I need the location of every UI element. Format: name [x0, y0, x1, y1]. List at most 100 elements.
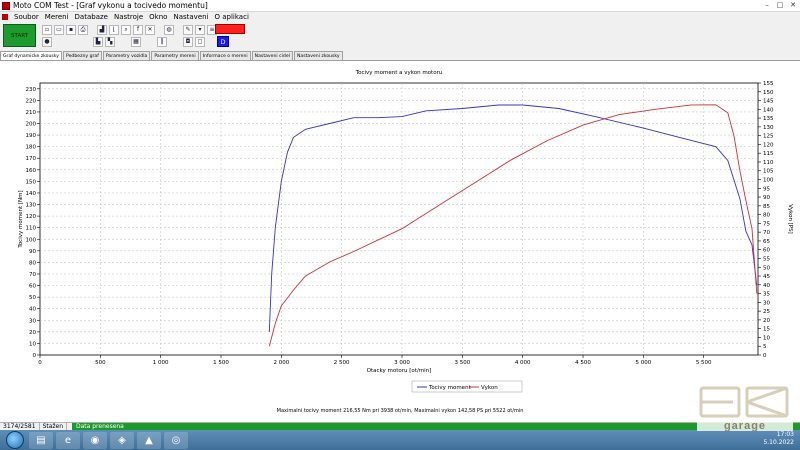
y-left-tick-label: 180 [26, 145, 37, 151]
y-right-axis-label: Vykon [PS] [787, 204, 793, 234]
menu-soubor[interactable]: Soubor [11, 13, 42, 21]
y-right-tick-label: 100 [763, 178, 774, 184]
motorbike-app-icon[interactable]: ◈ [110, 431, 134, 449]
menu-mereni[interactable]: Mereni [42, 13, 72, 21]
d-button[interactable]: D [217, 36, 229, 47]
open-file-icon[interactable]: ▭ [54, 25, 64, 35]
internet-explorer-icon[interactable]: e [56, 431, 80, 449]
maximize-button[interactable]: □ [775, 1, 785, 10]
zoom-icon[interactable]: ⌕ [121, 25, 131, 35]
graph-bars-icon[interactable]: ▙ [93, 37, 103, 47]
y-right-tick-label: 55 [763, 256, 770, 262]
y-left-tick-label: 200 [26, 122, 37, 128]
tab-parametry-vozidla[interactable]: Parametry vozidla [102, 51, 151, 60]
y-left-tick-label: 130 [26, 203, 37, 209]
y-left-tick-label: 80 [29, 260, 36, 266]
y-left-tick-label: 20 [29, 330, 36, 336]
tab-nastaveni-zkousky[interactable]: Nastaveni zkousky [293, 51, 343, 60]
tools-icon[interactable]: ✎ [183, 25, 193, 35]
x-tick-label: 1 500 [213, 360, 229, 366]
y-left-tick-label: 170 [26, 156, 37, 162]
y-right-tick-label: 15 [763, 327, 770, 333]
y-right-tick-label: 135 [763, 116, 774, 122]
status-bar: 3174/2581 Stažen Data prenesena [0, 422, 800, 431]
mdi-child-icon[interactable] [2, 14, 8, 20]
globe-icon[interactable]: ◍ [164, 25, 174, 35]
chart-title: Tocivy moment a vykon motoru [355, 70, 443, 76]
x-tick-label: 2 500 [334, 360, 350, 366]
record-icon[interactable]: ● [42, 37, 52, 47]
title-bar: Moto COM Test - [Graf vykonu a tocivedo … [0, 0, 800, 12]
save-icon[interactable]: ▪ [66, 25, 76, 35]
y-left-tick-label: 110 [26, 226, 37, 232]
toolbar-row-1: ▫ ▭ ▪ ⎙ ▟ ⌊ ⌕ f ✕ ◍ ✎ ▾ ≡ [42, 25, 217, 35]
windows-start-icon[interactable] [6, 431, 24, 449]
explorer-icon[interactable]: ▤ [29, 431, 53, 449]
pdf-icon[interactable]: ▲ [137, 431, 161, 449]
y-left-tick-label: 120 [26, 214, 37, 220]
os-taskbar: ▤ e ◉ ◈ ▲ ◎ 17:03 5.10.2022 [0, 430, 800, 450]
x-tick-label: 1 000 [153, 360, 169, 366]
chart-icon[interactable]: ▟ [97, 25, 107, 35]
chrome-icon[interactable]: ◎ [164, 431, 188, 449]
menu-nastroje[interactable]: Nastroje [111, 13, 146, 21]
y-right-tick-label: 45 [763, 274, 770, 280]
y-left-tick-label: 70 [29, 272, 36, 278]
minimize-button[interactable]: – [762, 1, 772, 10]
y-left-tick-label: 100 [26, 237, 37, 243]
x-tick-label: 2 000 [273, 360, 289, 366]
graph-add-icon[interactable]: ▚ [105, 37, 115, 47]
new-file-icon[interactable]: ▫ [42, 25, 52, 35]
ff-icon[interactable]: f [133, 25, 143, 35]
legend-entry: Tocivy moment [428, 385, 472, 391]
y-right-tick-label: 150 [763, 90, 774, 96]
x-tick-label: 3 000 [394, 360, 410, 366]
menu-nastaveni[interactable]: Nastaveni [170, 13, 211, 21]
status-progress: Data prenesena [72, 423, 800, 430]
start-button[interactable]: START [3, 24, 36, 47]
y-left-tick-label: 60 [29, 284, 36, 290]
tab-informace-o-mereni[interactable]: Informace o mereni [199, 51, 251, 60]
tab-parametry-mereni[interactable]: Parametry mereni [151, 51, 199, 60]
filter-icon[interactable]: ▾ [195, 25, 205, 35]
window-controls: – □ ✕ [762, 1, 798, 10]
close-button[interactable]: ✕ [788, 1, 798, 10]
settings-icon[interactable]: ◘ [183, 37, 193, 47]
y-left-tick-label: 160 [26, 168, 37, 174]
y-right-tick-label: 20 [763, 318, 770, 324]
chart-axis-icon[interactable]: ⌊ [109, 25, 119, 35]
y-left-tick-label: 140 [26, 191, 37, 197]
menu-o-aplikaci[interactable]: O aplikaci [212, 13, 252, 21]
x-tick-label: 3 500 [454, 360, 470, 366]
cross-tools-icon[interactable]: ✕ [145, 25, 155, 35]
tab-graf-dynamicke-zkousky[interactable]: Graf dynamicke zkousky [0, 51, 62, 60]
firefox-icon[interactable]: ◉ [83, 431, 107, 449]
y-right-tick-label: 125 [763, 134, 774, 140]
tab-nastaveni-cidel[interactable]: Nastaveni cidel [251, 51, 293, 60]
x-tick-label: 5 500 [696, 360, 712, 366]
table-icon[interactable]: ▦ [131, 37, 141, 47]
y-left-tick-label: 190 [26, 133, 37, 139]
tab-pedbezny-graf[interactable]: Pedbezny graf [63, 51, 102, 60]
y-right-tick-label: 85 [763, 204, 770, 210]
print-icon[interactable]: ⎙ [78, 25, 88, 35]
menu-okno[interactable]: Okno [146, 13, 170, 21]
y-right-tick-label: 0 [763, 353, 767, 359]
bk-garage-logo: garage [697, 386, 793, 432]
y-left-axis-label: Tocivy moment [Nm] [18, 190, 24, 248]
y-left-tick-label: 50 [29, 295, 36, 301]
y-right-tick-label: 115 [763, 151, 774, 157]
dyno-chart: 0102030405060708090100110120130140150160… [18, 70, 793, 414]
y-right-tick-label: 65 [763, 239, 770, 245]
x-tick-label: 4 500 [575, 360, 591, 366]
y-right-tick-label: 145 [763, 99, 774, 105]
alarm-indicator[interactable] [215, 24, 245, 34]
menu-databaze[interactable]: Databaze [72, 13, 111, 21]
legend-entry: Vykon [481, 385, 498, 391]
window-icon[interactable]: ◻ [195, 37, 205, 47]
y-left-tick-label: 150 [26, 179, 37, 185]
x-tick-label: 500 [95, 360, 106, 366]
pause-icon[interactable]: ‖ [157, 37, 167, 47]
y-right-tick-label: 60 [763, 248, 770, 254]
y-right-tick-label: 25 [763, 309, 770, 315]
